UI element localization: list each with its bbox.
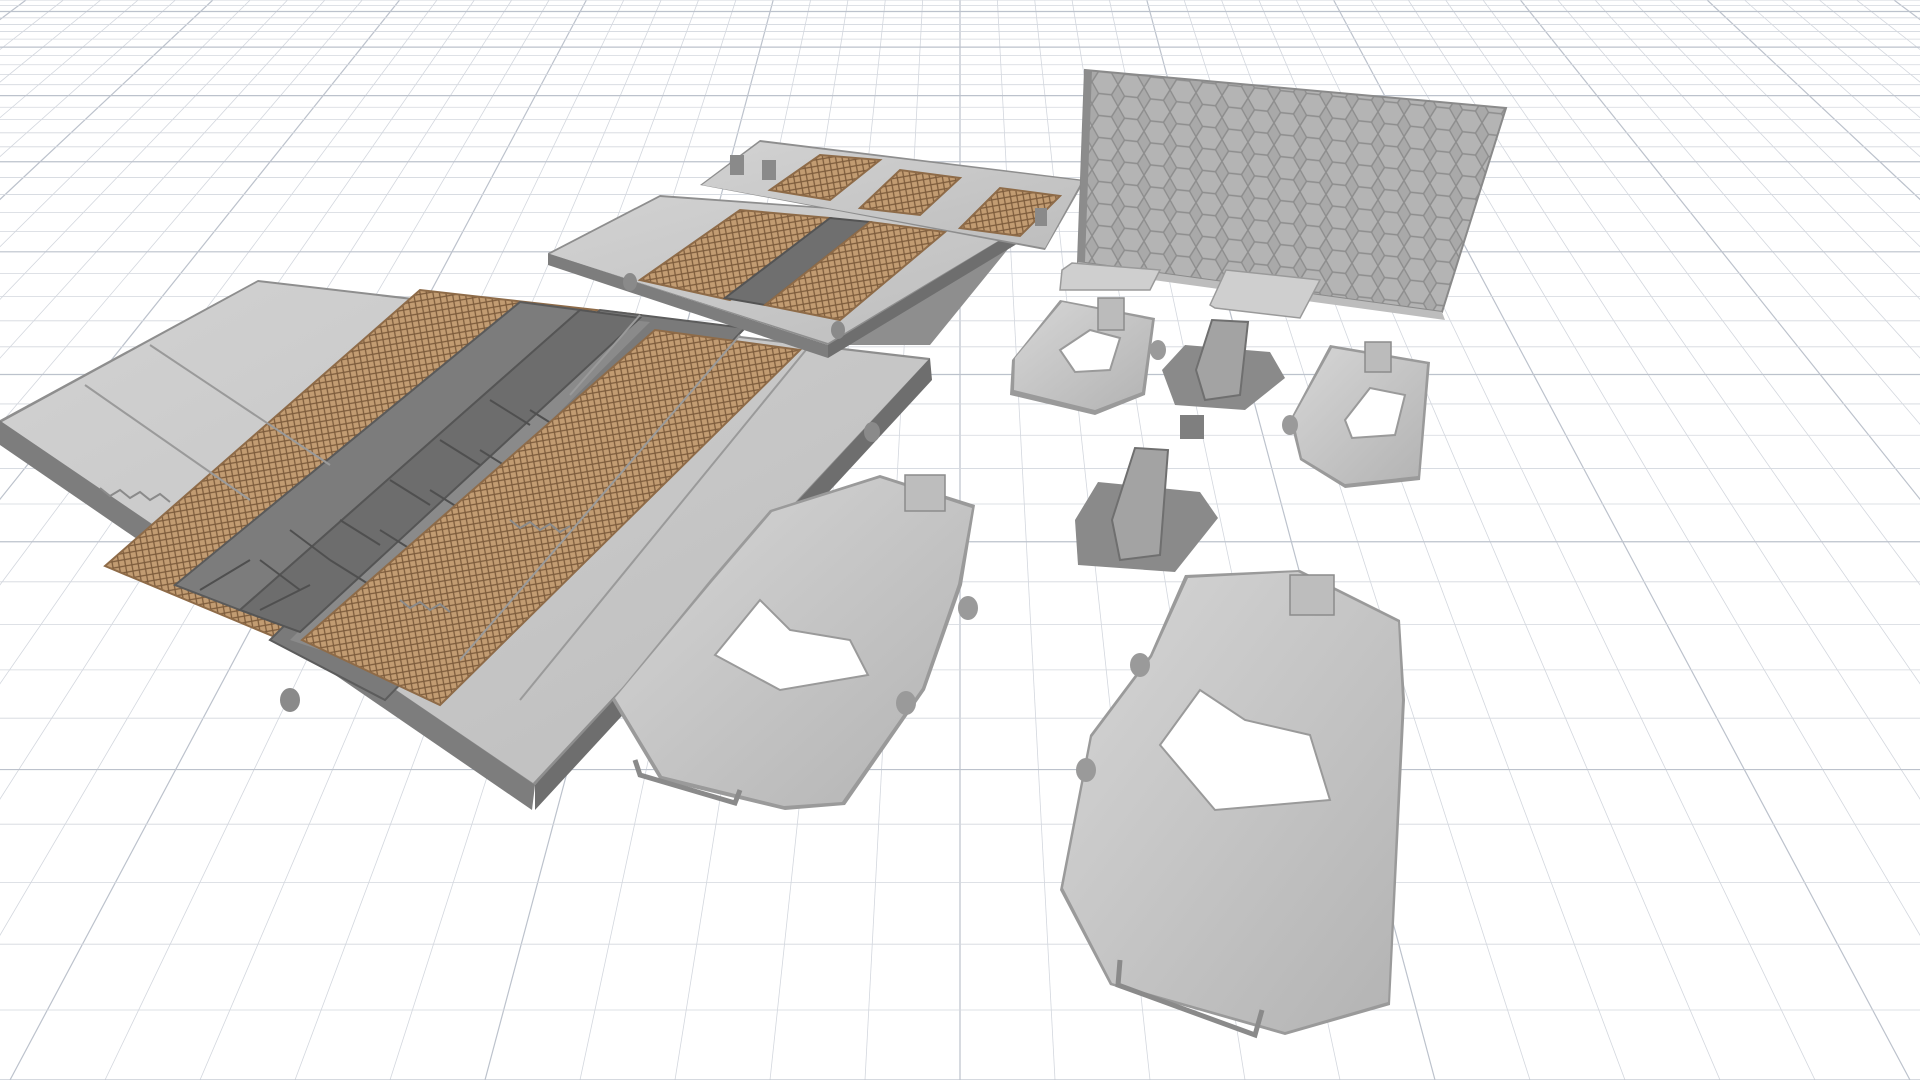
stand-upper[interactable] [1162, 318, 1285, 439]
stand-lower[interactable] [1075, 446, 1218, 572]
bracket-large-right[interactable] [1060, 570, 1405, 1039]
scene-canvas[interactable] [0, 0, 1920, 1080]
bracket-small-left[interactable] [1010, 297, 1166, 415]
3d-viewport[interactable] [0, 0, 1920, 1080]
bracket-small-right[interactable] [1282, 341, 1430, 488]
